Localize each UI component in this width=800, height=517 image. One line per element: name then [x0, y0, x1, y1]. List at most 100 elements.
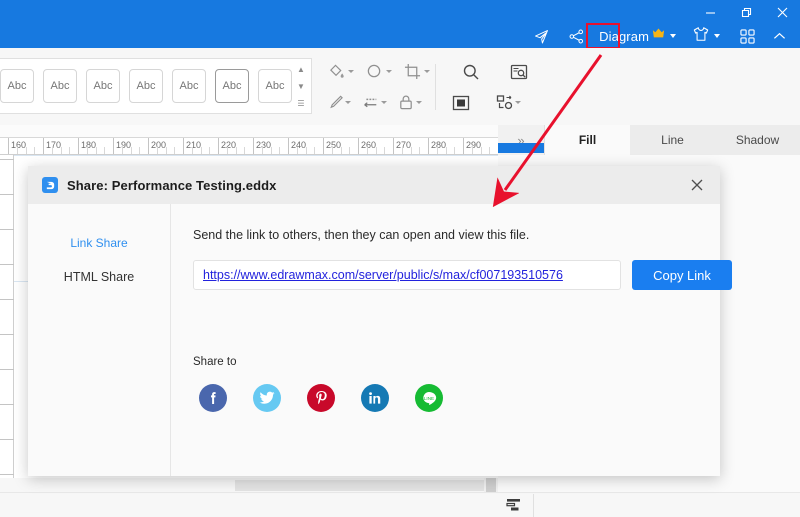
ruler-minor-tick [25, 147, 27, 154]
chevron-down-icon[interactable] [515, 101, 522, 104]
window-controls [692, 0, 800, 24]
shirt-icon [692, 26, 710, 47]
ruler-tick-vertical [0, 299, 14, 300]
style-gallery[interactable]: Abc Abc Abc Abc Abc Abc Abc ▲ ▼ ☰ [0, 58, 312, 114]
crop-icon[interactable] [401, 59, 424, 85]
tab-fill[interactable]: Fill [545, 125, 630, 155]
share-icon-highlight [586, 23, 620, 49]
dialog-content: Send the link to others, then they can o… [171, 204, 732, 476]
sidebar-item-html-share[interactable]: HTML Share [28, 260, 170, 294]
ruler-minor-tick [436, 147, 438, 154]
twitter-icon[interactable] [253, 384, 281, 412]
find-replace-icon[interactable] [507, 59, 530, 85]
ruler-minor-tick [489, 147, 491, 154]
ruler-minor-tick [454, 147, 456, 154]
line-arrow-icon[interactable] [360, 90, 380, 116]
horizontal-scroll-thumb[interactable] [235, 480, 493, 491]
pinterest-icon[interactable] [307, 384, 335, 412]
style-sample[interactable]: Abc [129, 69, 163, 103]
ruler-tick-vertical [0, 229, 14, 230]
chevron-down-icon [670, 34, 676, 38]
ruler-minor-tick [95, 147, 97, 154]
tab-line[interactable]: Line [630, 125, 715, 155]
dialog-close-button[interactable] [674, 166, 720, 204]
ruler-tick-vertical [0, 334, 14, 335]
share-dialog: Share: Performance Testing.eddx Link Sha… [28, 166, 732, 476]
shadow-sphere-icon[interactable] [363, 59, 386, 85]
ruler-minor-tick [60, 147, 62, 154]
chevron-down-icon[interactable] [380, 101, 387, 104]
send-plane-icon[interactable] [527, 24, 556, 48]
ruler-minor-tick [375, 147, 377, 154]
ruler-minor-tick [165, 147, 167, 154]
ruler-minor-tick [51, 147, 53, 154]
ruler-minor-tick [86, 147, 88, 154]
vertical-ruler[interactable] [0, 155, 14, 500]
chevron-down-icon[interactable] [348, 70, 355, 73]
style-sample[interactable]: Abc [258, 69, 292, 103]
minimize-button[interactable] [692, 0, 728, 24]
fit-to-page-icon[interactable] [451, 90, 471, 116]
ruler-minor-tick [314, 147, 316, 154]
ruler-minor-tick [200, 147, 202, 154]
ruler-minor-tick [226, 147, 228, 154]
ruler-minor-tick [235, 147, 237, 154]
ruler-tick-vertical [0, 404, 14, 405]
ruler-tick-vertical [0, 159, 14, 160]
status-bar [0, 492, 800, 517]
style-sample[interactable]: Abc [0, 69, 34, 103]
line-icon[interactable]: LINE [415, 384, 443, 412]
layers-panel-icon[interactable] [503, 496, 525, 514]
ruler-minor-tick [340, 147, 342, 154]
share-to-label: Share to [193, 356, 237, 368]
gallery-scroll-up[interactable]: ▲ [297, 65, 305, 74]
tab-shadow[interactable]: Shadow [715, 125, 800, 155]
share-url-text[interactable]: https://www.edrawmax.com/server/public/s… [203, 268, 563, 282]
chevron-down-icon[interactable] [386, 70, 393, 73]
pen-line-icon[interactable] [325, 90, 345, 116]
ruler-minor-tick [34, 147, 36, 154]
ruler-minor-tick [104, 147, 106, 154]
ruler-minor-tick [305, 147, 307, 154]
chevron-down-icon [714, 34, 720, 38]
dialog-sidebar: Link Share HTML Share [28, 204, 171, 476]
align-objects-icon[interactable] [495, 90, 515, 116]
ruler-minor-tick [156, 147, 158, 154]
crown-badge-icon [651, 26, 666, 46]
ribbon-toolbar: Abc Abc Abc Abc Abc Abc Abc ▲ ▼ ☰ [0, 48, 800, 126]
chevron-down-icon[interactable] [345, 101, 352, 104]
ruler-minor-tick [410, 147, 412, 154]
style-sample-selected[interactable]: Abc [215, 69, 249, 103]
horizontal-scrollbar[interactable] [0, 478, 498, 492]
ruler-minor-tick [331, 147, 333, 154]
collapse-ribbon-icon[interactable] [765, 24, 794, 48]
fill-color-icon[interactable] [325, 59, 348, 85]
gallery-expand[interactable]: ☰ [297, 100, 304, 108]
ruler-tick-vertical [0, 194, 14, 195]
ruler-minor-tick [191, 147, 193, 154]
ruler-tick-vertical [0, 264, 14, 265]
restore-button[interactable] [728, 0, 764, 24]
close-button[interactable] [764, 0, 800, 24]
lock-icon[interactable] [396, 90, 416, 116]
facebook-icon[interactable] [199, 384, 227, 412]
gallery-scroll-down[interactable]: ▼ [297, 82, 305, 91]
ruler-minor-tick [174, 147, 176, 154]
chevron-down-icon[interactable] [424, 70, 431, 73]
ruler-minor-tick [296, 147, 298, 154]
ruler-tick-vertical [0, 439, 14, 440]
style-sample[interactable]: Abc [43, 69, 77, 103]
style-sample[interactable]: Abc [172, 69, 206, 103]
style-sample[interactable]: Abc [86, 69, 120, 103]
chevron-down-icon[interactable] [415, 101, 422, 104]
copy-link-button[interactable]: Copy Link [632, 260, 732, 290]
share-url-field[interactable]: https://www.edrawmax.com/server/public/s… [193, 260, 621, 290]
gallery-scroll-controls[interactable]: ▲ ▼ ☰ [293, 61, 309, 113]
search-icon[interactable] [460, 59, 483, 85]
ruler-minor-tick [279, 147, 281, 154]
grid-apps-icon[interactable] [730, 24, 765, 48]
sidebar-item-link-share[interactable]: Link Share [28, 226, 170, 260]
linkedin-icon[interactable] [361, 384, 389, 412]
theme-selector[interactable] [686, 24, 730, 48]
window-title-bar: Diagram [0, 0, 800, 49]
